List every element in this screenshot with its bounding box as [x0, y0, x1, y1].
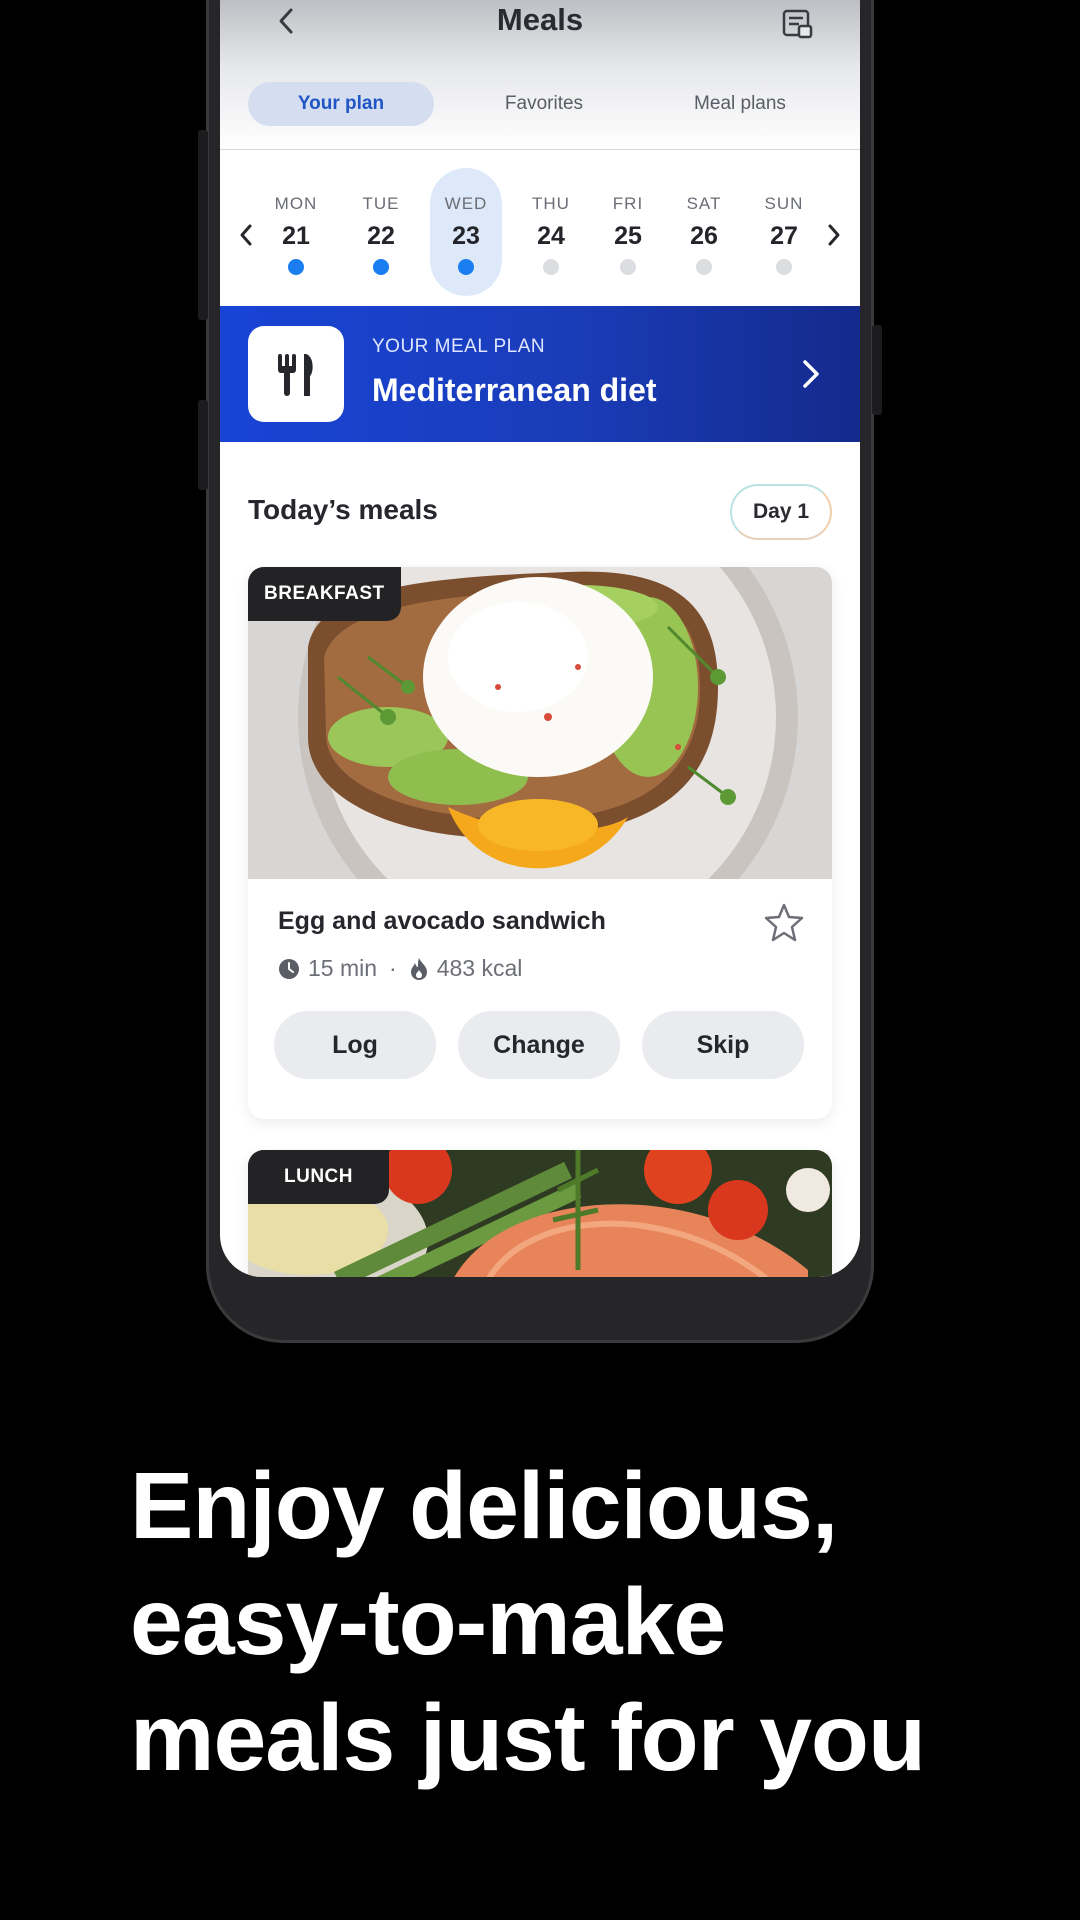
banner-label: YOUR MEAL PLAN	[372, 336, 546, 357]
day-number: 21	[282, 222, 310, 250]
cutlery-icon-box	[248, 326, 344, 422]
meal-card-lunch[interactable]: LUNCH	[248, 1150, 832, 1277]
promo-tagline: Enjoy delicious, easy-to-make meals just…	[130, 1448, 1030, 1796]
day-sat[interactable]: SAT 26	[668, 150, 740, 306]
day-name: SUN	[764, 194, 804, 213]
change-button[interactable]: Change	[458, 1011, 620, 1079]
flame-icon	[410, 957, 427, 980]
day-fri[interactable]: FRI 25	[592, 150, 664, 306]
meta-separator: ·	[389, 955, 397, 981]
day-name: SAT	[686, 194, 722, 213]
meal-plan-banner[interactable]: YOUR MEAL PLAN Mediterranean diet	[220, 306, 860, 442]
day-name: THU	[532, 194, 570, 213]
tab-favorites[interactable]: Favorites	[466, 82, 622, 126]
day-name: MON	[274, 194, 318, 213]
day-number: 22	[367, 222, 395, 250]
meal-card-breakfast[interactable]: BREAKFAST Egg and avocado sandwich 15 mi…	[248, 567, 832, 1119]
meal-time: 15 min	[308, 955, 378, 981]
tab-your-plan[interactable]: Your plan	[248, 82, 434, 126]
tab-meal-plans[interactable]: Meal plans	[648, 82, 832, 126]
cutlery-icon	[278, 354, 313, 396]
day-number: 26	[690, 222, 718, 250]
day-mon[interactable]: MON 21	[260, 150, 332, 306]
day-number: 25	[614, 222, 642, 250]
meal-meta: 15 min · 483 kcal	[278, 955, 522, 982]
tagline-line: Enjoy delicious,	[130, 1453, 838, 1559]
phone-side-button	[198, 130, 208, 320]
day-number: 27	[770, 222, 798, 250]
phone-side-button	[198, 400, 208, 490]
week-strip: MON 21 TUE 22 WED 23 THU 24 FRI 25 SAT 2…	[220, 150, 860, 306]
meal-kcal: 483 kcal	[436, 955, 523, 981]
skip-button[interactable]: Skip	[642, 1011, 804, 1079]
day-status-dot	[620, 259, 636, 275]
day-name: FRI	[612, 194, 644, 213]
tab-bar: Your plan Favorites Meal plans	[248, 82, 832, 126]
day-status-dot	[696, 259, 712, 275]
day-number: 24	[537, 222, 565, 250]
day-status-dot	[373, 259, 389, 275]
app-header: Meals Your plan Favorites Meal plans	[220, 0, 860, 150]
page-title: Meals	[496, 2, 584, 37]
clock-icon	[279, 958, 299, 979]
tagline-line: meals just for you	[130, 1685, 926, 1791]
meal-type-tag: BREAKFAST	[248, 567, 401, 621]
log-button[interactable]: Log	[274, 1011, 436, 1079]
day-name: WED	[444, 194, 488, 213]
day-status-dot	[543, 259, 559, 275]
chevron-right-icon	[803, 360, 819, 388]
meal-type-tag: LUNCH	[248, 1150, 389, 1204]
meal-name: Egg and avocado sandwich	[278, 907, 606, 935]
day-number: 23	[452, 222, 480, 250]
next-week-icon[interactable]	[822, 220, 846, 250]
day-status-dot	[288, 259, 304, 275]
banner-title: Mediterranean diet	[372, 372, 657, 408]
section-title: Today’s meals	[248, 494, 438, 525]
tagline-line: easy-to-make	[130, 1569, 726, 1675]
day-tue[interactable]: TUE 22	[345, 150, 417, 306]
day-name: TUE	[362, 194, 400, 213]
day-badge: Day 1	[730, 484, 832, 540]
day-status-dot	[458, 259, 474, 275]
app-screen: Meals Your plan Favorites Meal plans MON…	[220, 0, 860, 1277]
shopping-list-icon[interactable]	[780, 6, 814, 40]
day-status-dot	[776, 259, 792, 275]
previous-week-icon[interactable]	[234, 220, 258, 250]
star-icon[interactable]	[762, 901, 806, 945]
day-thu[interactable]: THU 24	[515, 150, 587, 306]
phone-side-button	[872, 325, 882, 415]
day-sun[interactable]: SUN 27	[748, 150, 820, 306]
day-wed[interactable]: WED 23	[430, 150, 502, 306]
